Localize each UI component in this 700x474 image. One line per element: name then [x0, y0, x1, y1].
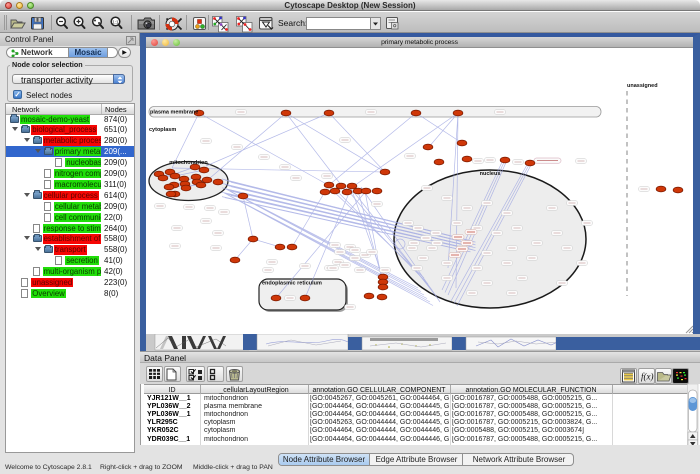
svg-text:Search:: Search: — [278, 18, 307, 28]
svg-text:plasma membrane: plasma membrane — [150, 110, 198, 116]
svg-text:endoplasmic reticulum: endoplasmic reticulum — [262, 281, 322, 287]
svg-text:nucleus: nucleus — [480, 171, 501, 177]
svg-text:1:1: 1:1 — [112, 20, 119, 25]
svg-text:f(x): f(x) — [641, 372, 654, 382]
svg-text:mitochondrion: mitochondrion — [169, 160, 208, 166]
svg-text:cytoplasm: cytoplasm — [149, 127, 176, 133]
svg-text:unassigned: unassigned — [627, 83, 658, 89]
